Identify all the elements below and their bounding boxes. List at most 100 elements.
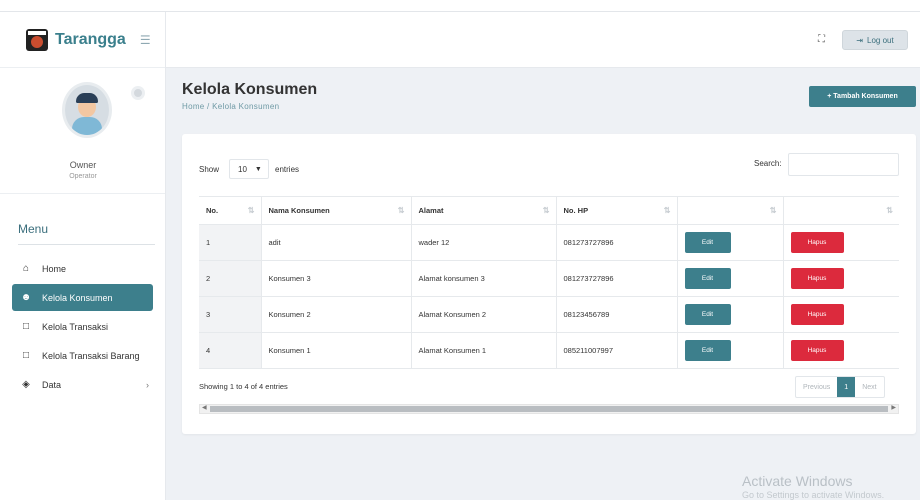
sort-icon: ⇅: [769, 206, 777, 215]
activation-watermark-title: Activate Windows: [742, 473, 853, 489]
pagination: Previous 1 Next: [795, 376, 885, 398]
delete-button[interactable]: Hapus: [790, 304, 844, 325]
column-header-alamat[interactable]: Alamat ⇅: [411, 196, 557, 225]
menu-title: Menu: [18, 222, 49, 236]
edit-button[interactable]: Edit: [684, 232, 731, 253]
cell-no: 4: [199, 332, 262, 369]
edit-button[interactable]: Edit: [684, 340, 731, 361]
delete-button[interactable]: Hapus: [790, 232, 844, 253]
delete-button[interactable]: Hapus: [790, 340, 844, 361]
activation-watermark-subtitle: Go to Settings to activate Windows.: [742, 490, 885, 500]
table-info: Showing 1 to 4 of 4 entries: [199, 382, 288, 391]
avatar: [62, 82, 112, 138]
column-header-edit[interactable]: ⇅: [677, 196, 784, 225]
edit-button[interactable]: Edit: [684, 304, 731, 325]
user-icon: ☻: [20, 292, 32, 303]
cell-hp: 081273727896: [556, 260, 678, 297]
hamburger-icon[interactable]: ☰: [140, 33, 151, 47]
entries-value: 10: [238, 164, 247, 174]
show-entries: Show 10 ▼ entries: [199, 159, 299, 179]
sort-icon: ⇅: [397, 206, 405, 215]
table-row: 4 Konsumen 1 Alamat Konsumen 1 085211007…: [199, 332, 899, 369]
column-header-hapus[interactable]: ⇅: [783, 196, 899, 225]
cell-edit: Edit: [677, 224, 784, 261]
sidebar-item-label: Home: [42, 263, 67, 274]
cell-alamat: Alamat Konsumen 2: [411, 296, 557, 333]
horizontal-scrollbar[interactable]: ◀ ▶: [199, 404, 899, 414]
column-header-hp[interactable]: No. HP ⇅: [556, 196, 678, 225]
fullscreen-icon[interactable]: ⛶: [818, 34, 825, 45]
cell-hp: 081273727896: [556, 224, 678, 261]
cell-hapus: Hapus: [783, 296, 899, 333]
document-icon: □: [22, 321, 30, 332]
pagination-previous[interactable]: Previous: [796, 377, 837, 397]
logout-icon: ⇥: [856, 35, 863, 45]
cell-edit: Edit: [677, 332, 784, 369]
show-label: Show: [199, 164, 220, 174]
scroll-right-icon[interactable]: ▶: [891, 404, 896, 411]
column-header-nama[interactable]: Nama Konsumen ⇅: [261, 196, 412, 225]
search-input[interactable]: [788, 153, 899, 176]
chevron-right-icon: ›: [146, 379, 149, 390]
cell-hapus: Hapus: [783, 224, 899, 261]
cell-no: 1: [199, 224, 262, 261]
cell-hp: 08123456789: [556, 296, 678, 333]
sidebar-item-label: Kelola Transaksi Barang: [42, 350, 140, 361]
entries-label: entries: [275, 164, 300, 174]
sidebar-item-kelola-transaksi[interactable]: □ Kelola Transaksi: [18, 313, 153, 340]
cell-nama: Konsumen 3: [261, 260, 412, 297]
home-icon: ⌂: [22, 263, 30, 274]
cell-alamat: Alamat konsumen 3: [411, 260, 557, 297]
scrollbar-thumb[interactable]: [210, 406, 888, 412]
brand-name: Tarangga: [55, 30, 126, 48]
data-table-card: Show 10 ▼ entries Search: No. ⇅ Nama Kons…: [182, 134, 916, 434]
sidebar-item-label: Kelola Transaksi: [42, 321, 109, 332]
cell-hapus: Hapus: [783, 332, 899, 369]
top-strip: [0, 0, 920, 12]
sidebar-item-label: Kelola Konsumen: [42, 292, 113, 303]
logout-button[interactable]: ⇥ Log out: [842, 30, 908, 50]
cell-hp: 085211007997: [556, 332, 678, 369]
search-label: Search:: [754, 159, 782, 168]
top-header: ⛶ ⇥ Log out: [166, 12, 920, 68]
cell-nama: Konsumen 2: [261, 296, 412, 333]
cell-edit: Edit: [677, 260, 784, 297]
box-icon: ◈: [22, 379, 30, 390]
pagination-page-current[interactable]: 1: [837, 377, 856, 397]
status-dot: [131, 86, 145, 100]
sidebar-item-kelola-transaksi-barang[interactable]: □ Kelola Transaksi Barang: [18, 342, 153, 369]
table-header-row: No. ⇅ Nama Konsumen ⇅ Alamat ⇅ No. HP ⇅ ⇅ ⇅: [199, 196, 899, 225]
sort-icon: ⇅: [663, 206, 671, 215]
cell-alamat: Alamat Konsumen 1: [411, 332, 557, 369]
document-icon: □: [22, 350, 30, 361]
pagination-next[interactable]: Next: [855, 377, 883, 397]
sidebar-item-home[interactable]: ⌂ Home: [18, 255, 153, 282]
add-konsumen-button[interactable]: + Tambah Konsumen: [809, 86, 916, 107]
menu: ⌂ Home ☻ Kelola Konsumen □ Kelola Transa…: [0, 255, 165, 398]
column-header-no[interactable]: No. ⇅: [199, 196, 262, 225]
entries-select[interactable]: 10 ▼: [229, 159, 270, 179]
scroll-left-icon[interactable]: ◀: [202, 404, 207, 411]
sort-icon: ⇅: [542, 206, 550, 215]
sidebar-item-data[interactable]: ◈ Data ›: [18, 371, 153, 398]
cell-nama: adit: [261, 224, 412, 261]
table-row: 3 Konsumen 2 Alamat Konsumen 2 081234567…: [199, 296, 899, 333]
konsumen-table: No. ⇅ Nama Konsumen ⇅ Alamat ⇅ No. HP ⇅ ⇅ ⇅ …: [199, 196, 899, 369]
menu-divider: [18, 244, 155, 245]
sidebar-item-kelola-konsumen[interactable]: ☻ Kelola Konsumen: [12, 284, 153, 311]
sort-icon: ⇅: [247, 206, 255, 215]
edit-button[interactable]: Edit: [684, 268, 731, 289]
cell-no: 2: [199, 260, 262, 297]
table-row: 2 Konsumen 3 Alamat konsumen 3 081273727…: [199, 260, 899, 297]
cell-no: 3: [199, 296, 262, 333]
sidebar: Tarangga ☰ Owner Operator Menu ⌂ Home ☻ …: [0, 12, 166, 500]
chevron-down-icon: ▼: [254, 165, 262, 173]
delete-button[interactable]: Hapus: [790, 268, 844, 289]
cell-nama: Konsumen 1: [261, 332, 412, 369]
profile-role: Operator: [69, 173, 97, 180]
logout-label: Log out: [867, 35, 894, 45]
profile: Owner Operator: [0, 68, 165, 194]
sidebar-item-label: Data: [42, 379, 62, 390]
brand-logo: [26, 28, 48, 51]
sort-icon: ⇅: [886, 206, 893, 215]
